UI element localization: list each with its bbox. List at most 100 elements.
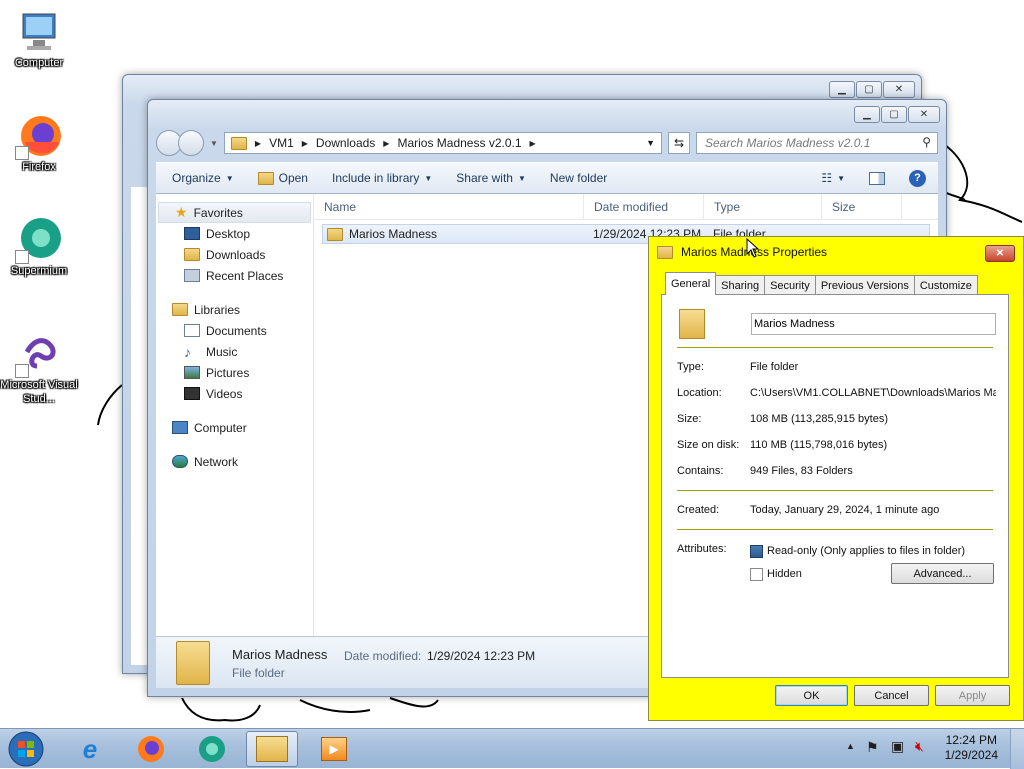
nav-libraries[interactable]: Libraries bbox=[156, 299, 313, 320]
created-value: Today, January 29, 2024, 1 minute ago bbox=[750, 504, 940, 516]
recent-places-icon bbox=[184, 269, 200, 282]
ok-button[interactable]: OK bbox=[775, 685, 848, 706]
breadcrumb-arrow-icon[interactable]: ▶ bbox=[302, 139, 308, 148]
tab-strip: General Sharing Security Previous Versio… bbox=[665, 272, 978, 295]
nav-label: Favorites bbox=[193, 205, 243, 220]
nav-pictures[interactable]: Pictures bbox=[156, 362, 313, 383]
breadcrumb-downloads[interactable]: Downloads bbox=[316, 136, 375, 150]
address-dropdown-icon[interactable]: ▼ bbox=[646, 138, 661, 148]
created-key: Created: bbox=[677, 504, 720, 516]
include-in-library-button[interactable]: Include in library ▼ bbox=[324, 171, 440, 185]
breadcrumb-current[interactable]: Marios Madness v2.0.1 bbox=[397, 136, 521, 150]
nav-desktop[interactable]: Desktop bbox=[156, 223, 313, 244]
tab-general[interactable]: General bbox=[665, 272, 717, 295]
forward-button[interactable] bbox=[178, 130, 204, 156]
breadcrumb-arrow-icon[interactable]: ▶ bbox=[530, 139, 536, 148]
column-size[interactable]: Size bbox=[822, 194, 902, 219]
chevron-down-icon: ▼ bbox=[517, 173, 526, 183]
tab-customize[interactable]: Customize bbox=[913, 275, 978, 295]
view-options-button[interactable]: ☷ ▼ bbox=[813, 171, 853, 185]
column-date-modified[interactable]: Date modified bbox=[584, 194, 704, 219]
taskbar-media-player[interactable]: ▶ bbox=[308, 731, 360, 767]
tab-security[interactable]: Security bbox=[764, 275, 816, 295]
desktop-icon-label: Firefox bbox=[22, 161, 56, 173]
open-button[interactable]: Open bbox=[250, 171, 316, 185]
desktop-icon-firefox[interactable]: Firefox bbox=[0, 112, 78, 174]
help-button[interactable]: ? bbox=[901, 169, 938, 187]
help-icon: ? bbox=[909, 169, 926, 187]
refresh-button[interactable]: ⇆ bbox=[668, 132, 690, 154]
new-folder-label: New folder bbox=[549, 171, 608, 185]
taskbar-file-explorer[interactable] bbox=[246, 731, 298, 767]
details-date-value: 1/29/2024 12:23 PM bbox=[427, 649, 536, 663]
hidden-checkbox[interactable]: Hidden bbox=[750, 566, 802, 582]
breadcrumb-vm1[interactable]: VM1 bbox=[269, 136, 294, 150]
address-bar[interactable]: ▶ VM1 ▶ Downloads ▶ Marios Madness v2.0.… bbox=[223, 132, 662, 154]
nav-downloads[interactable]: Downloads bbox=[156, 244, 313, 265]
minimize-button[interactable]: ▁ bbox=[854, 106, 880, 123]
taskbar-internet-explorer[interactable]: e bbox=[64, 731, 116, 767]
new-folder-button[interactable]: New folder bbox=[542, 171, 615, 185]
maximize-button[interactable]: ▢ bbox=[881, 106, 907, 123]
close-button[interactable]: ✕ bbox=[985, 245, 1015, 262]
taskbar-clock[interactable]: 12:24 PM 1/29/2024 bbox=[945, 733, 998, 763]
apply-button[interactable]: Apply bbox=[935, 685, 1010, 706]
network-tray-icon[interactable]: ▣ bbox=[891, 738, 904, 755]
share-with-button[interactable]: Share with ▼ bbox=[448, 171, 534, 185]
nav-label: Pictures bbox=[206, 365, 250, 380]
taskbar-supermium[interactable] bbox=[186, 731, 238, 767]
desktop-icon-computer[interactable]: Computer bbox=[0, 8, 78, 70]
nav-documents[interactable]: Documents bbox=[156, 320, 313, 341]
nav-computer[interactable]: Computer bbox=[156, 417, 313, 438]
details-date-label: Date modified: bbox=[344, 649, 422, 663]
nav-recent-places[interactable]: Recent Places bbox=[156, 265, 313, 286]
show-hidden-icons-button[interactable]: ▲ bbox=[846, 741, 855, 751]
open-label: Open bbox=[278, 171, 308, 185]
desktop-icon-visual-studio[interactable]: Microsoft Visual Stud... bbox=[0, 330, 78, 406]
nav-favorites[interactable]: ★ Favorites bbox=[158, 202, 311, 223]
start-button[interactable] bbox=[0, 731, 52, 767]
properties-dialog[interactable]: Marios Madness Properties ✕ General Shar… bbox=[648, 236, 1024, 721]
firefox-icon bbox=[138, 736, 164, 762]
advanced-button[interactable]: Advanced... bbox=[891, 563, 994, 584]
close-button[interactable]: ✕ bbox=[908, 106, 940, 123]
column-type[interactable]: Type bbox=[704, 194, 822, 219]
close-button[interactable]: ✕ bbox=[883, 81, 915, 98]
folder-name-input[interactable] bbox=[751, 313, 996, 335]
hidden-label: Hidden bbox=[767, 568, 802, 580]
recent-pages-icon[interactable]: ▼ bbox=[210, 139, 218, 148]
action-center-flag-icon[interactable]: ⚑ bbox=[866, 739, 879, 756]
nav-music[interactable]: ♪ Music bbox=[156, 341, 313, 362]
search-icon[interactable]: ⚲ bbox=[922, 135, 931, 149]
share-label: Share with bbox=[456, 171, 513, 185]
minimize-button[interactable]: ▁ bbox=[829, 81, 855, 98]
search-input[interactable]: Search Marios Madness v2.0.1 ⚲ bbox=[696, 132, 938, 154]
tab-previous-versions[interactable]: Previous Versions bbox=[814, 275, 915, 295]
show-desktop-button[interactable] bbox=[1010, 729, 1024, 769]
readonly-checkbox[interactable]: Read-only (Only applies to files in fold… bbox=[750, 543, 965, 559]
media-player-icon: ▶ bbox=[321, 737, 347, 761]
column-name[interactable]: Name bbox=[314, 194, 584, 219]
command-bar: Organize ▼ Open Include in library ▼ Share… bbox=[156, 162, 938, 194]
nav-videos[interactable]: Videos bbox=[156, 383, 313, 404]
breadcrumb-arrow-icon[interactable]: ▶ bbox=[255, 139, 261, 148]
cancel-button[interactable]: Cancel bbox=[854, 685, 929, 706]
taskbar-firefox[interactable] bbox=[125, 731, 177, 767]
nav-label: Downloads bbox=[206, 247, 266, 262]
desktop-icon-label: Microsoft Visual Stud... bbox=[0, 379, 78, 405]
breadcrumb-arrow-icon[interactable]: ▶ bbox=[383, 139, 389, 148]
preview-pane-button[interactable] bbox=[861, 171, 893, 185]
maximize-button[interactable]: ▢ bbox=[856, 81, 882, 98]
volume-muted-icon[interactable]: 🔇︎ bbox=[915, 738, 924, 755]
network-icon bbox=[172, 455, 188, 468]
computer-icon bbox=[15, 8, 63, 56]
column-headers: Name Date modified Type Size bbox=[314, 194, 938, 220]
pictures-icon bbox=[184, 366, 200, 379]
nav-network[interactable]: Network bbox=[156, 451, 313, 472]
tab-sharing[interactable]: Sharing bbox=[715, 275, 766, 295]
windows-start-icon bbox=[8, 731, 44, 767]
desktop-icon-supermium[interactable]: Supermium bbox=[0, 216, 78, 278]
chevron-down-icon: ▼ bbox=[424, 173, 433, 183]
desktop-icon bbox=[184, 227, 200, 240]
organize-button[interactable]: Organize ▼ bbox=[164, 171, 242, 185]
